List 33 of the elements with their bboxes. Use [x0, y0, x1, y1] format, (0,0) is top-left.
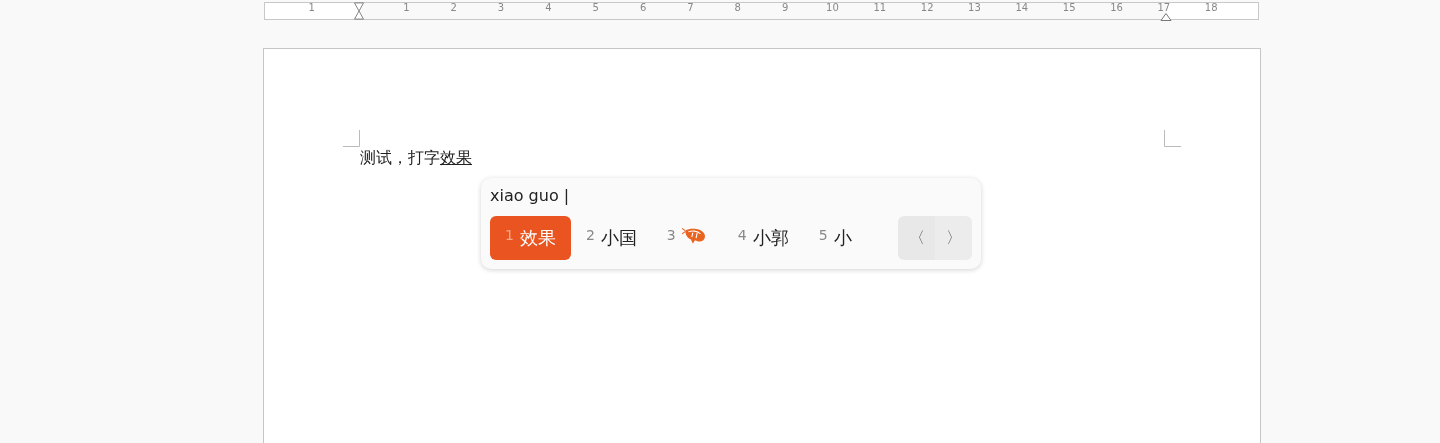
preedit-text: 效果	[440, 148, 472, 169]
next-page-button[interactable]: 〉	[935, 216, 972, 260]
candidate-item[interactable]: 4 小郭	[722, 216, 804, 260]
ruler-number: 17	[1157, 2, 1171, 13]
ruler-number: 18	[1204, 2, 1218, 13]
ruler-number: 4	[545, 2, 552, 13]
indent-marker-icon[interactable]	[1160, 13, 1172, 21]
margin-corner-icon	[343, 130, 360, 147]
candidate-item[interactable]: 1 效果	[490, 216, 571, 260]
previous-page-button[interactable]: 〈	[898, 216, 935, 260]
ruler-number: 10	[826, 2, 839, 13]
ruler-number: 1	[403, 2, 410, 13]
ruler-number: 11	[873, 2, 887, 13]
ruler-number: 12	[920, 2, 934, 13]
margin-corner-icon	[1164, 130, 1181, 147]
ruler-number: 9	[781, 2, 789, 13]
pinyin-text: xiao guo |	[490, 186, 570, 207]
candidate-item[interactable]: 5 小	[803, 216, 867, 260]
ruler-number: 7	[687, 2, 694, 13]
ruler-number: 15	[1062, 2, 1076, 13]
ruler-number: 14	[1015, 2, 1029, 13]
candidate-item[interactable]: 2 小国	[570, 216, 652, 260]
indent-marker-icon[interactable]	[353, 2, 365, 20]
ruler-number: 2	[450, 2, 457, 13]
ruler-number: 1	[308, 2, 315, 13]
ruler-number: 8	[734, 2, 741, 13]
document-text: 测试，打字	[360, 148, 440, 169]
ruler-number: 6	[639, 2, 647, 13]
candidate-item[interactable]: 3	[651, 216, 723, 260]
ruler-number: 5	[592, 2, 599, 13]
ruler-number: 3	[497, 2, 505, 13]
ruler-number: 13	[968, 2, 981, 13]
ruler-number: 16	[1110, 2, 1123, 13]
